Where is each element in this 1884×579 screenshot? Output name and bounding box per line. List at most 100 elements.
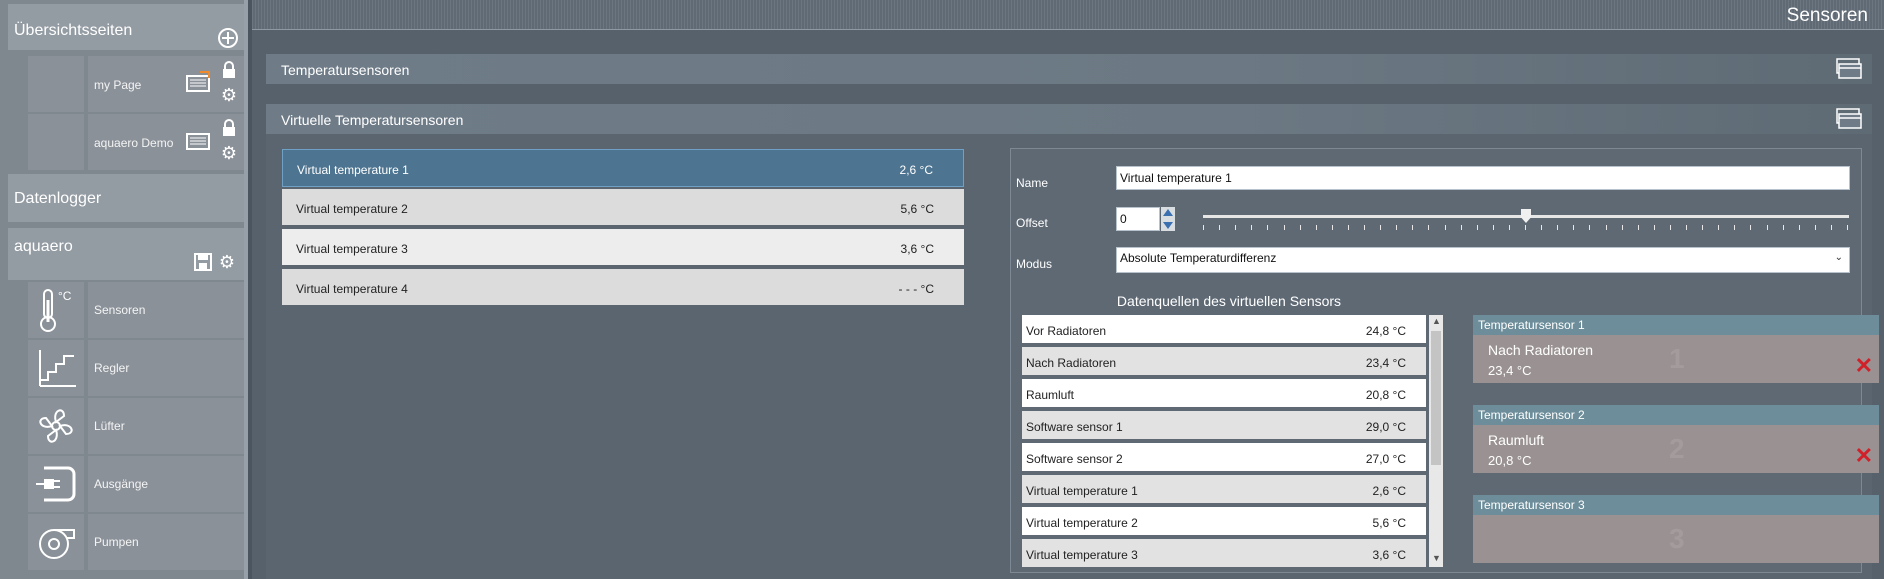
sensor-slot-3[interactable]: Temperatursensor 3 3 [1473, 495, 1879, 563]
data-source-row[interactable]: Software sensor 2 27,0 °C [1022, 443, 1426, 473]
data-source-scrollbar[interactable]: ▲ ▼ [1429, 315, 1443, 567]
page-entry-mypage[interactable]: my Page ⚙ [88, 56, 244, 112]
virtual-sensor-row[interactable]: Virtual temperature 3 3,6 °C [282, 229, 964, 267]
slider-tick [1830, 225, 1832, 230]
mode-value: Absolute Temperaturdifferenz [1120, 251, 1277, 265]
page-entry-aquaero-demo[interactable]: aquaero Demo ⚙ [88, 114, 244, 170]
panel-title: Virtuelle Temperatursensoren [281, 112, 464, 128]
page-label: my Page [94, 78, 142, 92]
sensor-value: 2,6 °C [899, 163, 933, 177]
slider-tick [1557, 225, 1559, 230]
data-source-row[interactable]: Virtual temperature 2 5,6 °C [1022, 507, 1426, 537]
offset-slider[interactable] [1203, 209, 1849, 223]
virtual-sensor-detail: Name Offset Modus Absolute Temperaturdif… [1010, 148, 1879, 573]
slider-tick [1251, 225, 1253, 230]
overview-title: Übersichtsseiten [14, 22, 133, 39]
sensor-value: 5,6 °C [900, 202, 934, 216]
virtual-sensor-row[interactable]: Virtual temperature 4 - - - °C [282, 269, 964, 307]
slider-tick [1798, 225, 1800, 230]
top-bar: Sensoren [252, 0, 1884, 30]
slot-sensor-name: Raumluft [1488, 432, 1545, 448]
nav-item-sensoren[interactable]: Sensoren [88, 282, 244, 338]
nav-label: Lüfter [94, 419, 125, 433]
sensor-name: Virtual temperature 2 [296, 202, 408, 216]
nav-item-ausgaenge[interactable]: Ausgänge [88, 456, 244, 512]
data-source-row[interactable]: Software sensor 1 29,0 °C [1022, 411, 1426, 441]
data-source-row[interactable]: Nach Radiatoren 23,4 °C [1022, 347, 1426, 377]
slider-tick [1686, 225, 1687, 230]
slider-tick [1235, 225, 1237, 230]
page-thumbnail-mypage[interactable] [28, 56, 84, 112]
virtual-sensor-row[interactable]: Virtual temperature 2 5,6 °C [282, 189, 964, 227]
save-icon[interactable] [194, 253, 212, 271]
nav-icon-tile[interactable] [28, 514, 84, 570]
scrollbar-thumb[interactable] [1431, 331, 1441, 465]
data-source-row[interactable]: Vor Radiatoren 24,8 °C [1022, 315, 1426, 345]
main-area: Sensoren Temperatursensoren Virtuelle Te… [252, 0, 1884, 579]
scroll-down-icon[interactable]: ▼ [1432, 553, 1441, 563]
sensor-name: Virtual temperature 1 [297, 163, 409, 177]
sensor-value: 3,6 °C [900, 242, 934, 256]
gear-icon[interactable]: ⚙ [218, 253, 236, 271]
nav-item-luefter[interactable]: Lüfter [88, 398, 244, 454]
page-thumbnail-aquaero-demo[interactable] [28, 114, 84, 170]
overview-header[interactable]: Übersichtsseiten [8, 4, 244, 50]
fan-icon [39, 409, 73, 443]
remove-icon[interactable]: ✕ [1855, 445, 1873, 467]
offset-stepper[interactable] [1161, 207, 1175, 231]
collapse-panel-icon[interactable] [1836, 108, 1862, 130]
slider-tick [1364, 225, 1365, 230]
nav-item-regler[interactable]: Regler [88, 340, 244, 396]
chevron-down-icon: ⌄ [1834, 252, 1843, 263]
slider-thumb[interactable] [1521, 209, 1531, 223]
mode-select[interactable]: Absolute Temperaturdifferenz ⌄ [1116, 247, 1850, 273]
offset-input[interactable] [1116, 207, 1160, 231]
nav-label: Regler [94, 361, 130, 375]
sensor-name: Virtual temperature 4 [296, 282, 408, 296]
slider-tick [1476, 225, 1478, 230]
nav-icon-tile[interactable] [28, 456, 84, 512]
source-name: Vor Radiatoren [1026, 324, 1107, 338]
add-icon[interactable] [217, 27, 239, 49]
slider-tick [1621, 225, 1623, 230]
gear-icon[interactable]: ⚙ [220, 86, 238, 104]
slot-header: Temperatursensor 1 [1473, 315, 1879, 335]
sensor-slot-1[interactable]: Temperatursensor 1 1 Nach Radiatoren 23,… [1473, 315, 1879, 383]
slider-tick [1525, 225, 1526, 230]
data-source-row[interactable]: Virtual temperature 1 2,6 °C [1022, 475, 1426, 505]
sensor-slot-2[interactable]: Temperatursensor 2 2 Raumluft 20,8 °C ✕ [1473, 405, 1879, 473]
panel-temperature-sensors[interactable]: Temperatursensoren [266, 54, 1872, 84]
slot-header: Temperatursensor 3 [1473, 495, 1879, 515]
slider-ticks [1203, 225, 1849, 231]
remove-icon[interactable]: ✕ [1855, 355, 1873, 377]
source-value: 27,0 °C [1365, 452, 1406, 466]
slider-tick [1573, 225, 1575, 230]
lock-icon[interactable] [220, 60, 238, 80]
slider-tick [1203, 225, 1204, 230]
device-header[interactable]: aquaero ⚙ [8, 228, 244, 280]
nav-icon-tile[interactable] [28, 340, 84, 396]
slot-number: 1 [1669, 343, 1685, 374]
datalogger-title: Datenlogger [14, 190, 102, 207]
source-name: Software sensor 1 [1026, 420, 1123, 434]
panel-virtual-temperature-sensors[interactable]: Virtuelle Temperatursensoren [266, 104, 1872, 134]
gear-icon[interactable]: ⚙ [220, 144, 238, 162]
virtual-sensor-row[interactable]: Virtual temperature 1 2,6 °C [282, 149, 964, 187]
collapse-panel-icon[interactable] [1836, 58, 1862, 80]
source-value: 5,6 °C [1372, 516, 1406, 530]
nav-icon-tile[interactable]: °C [28, 282, 84, 338]
slider-tick [1299, 225, 1301, 230]
data-source-row[interactable]: Virtual temperature 3 3,6 °C [1022, 539, 1426, 567]
source-value: 2,6 °C [1372, 484, 1406, 498]
scroll-up-icon[interactable]: ▲ [1432, 316, 1441, 326]
slot-number: 3 [1669, 523, 1685, 554]
source-value: 20,8 °C [1365, 388, 1406, 402]
name-input[interactable] [1116, 166, 1850, 190]
source-name: Raumluft [1026, 388, 1075, 402]
nav-item-pumpen[interactable]: Pumpen [88, 514, 244, 570]
datalogger-header[interactable]: Datenlogger [8, 174, 244, 222]
device-title: aquaero [14, 238, 73, 255]
nav-icon-tile[interactable] [28, 398, 84, 454]
lock-icon[interactable] [220, 118, 238, 138]
data-source-row[interactable]: Raumluft 20,8 °C [1022, 379, 1426, 409]
